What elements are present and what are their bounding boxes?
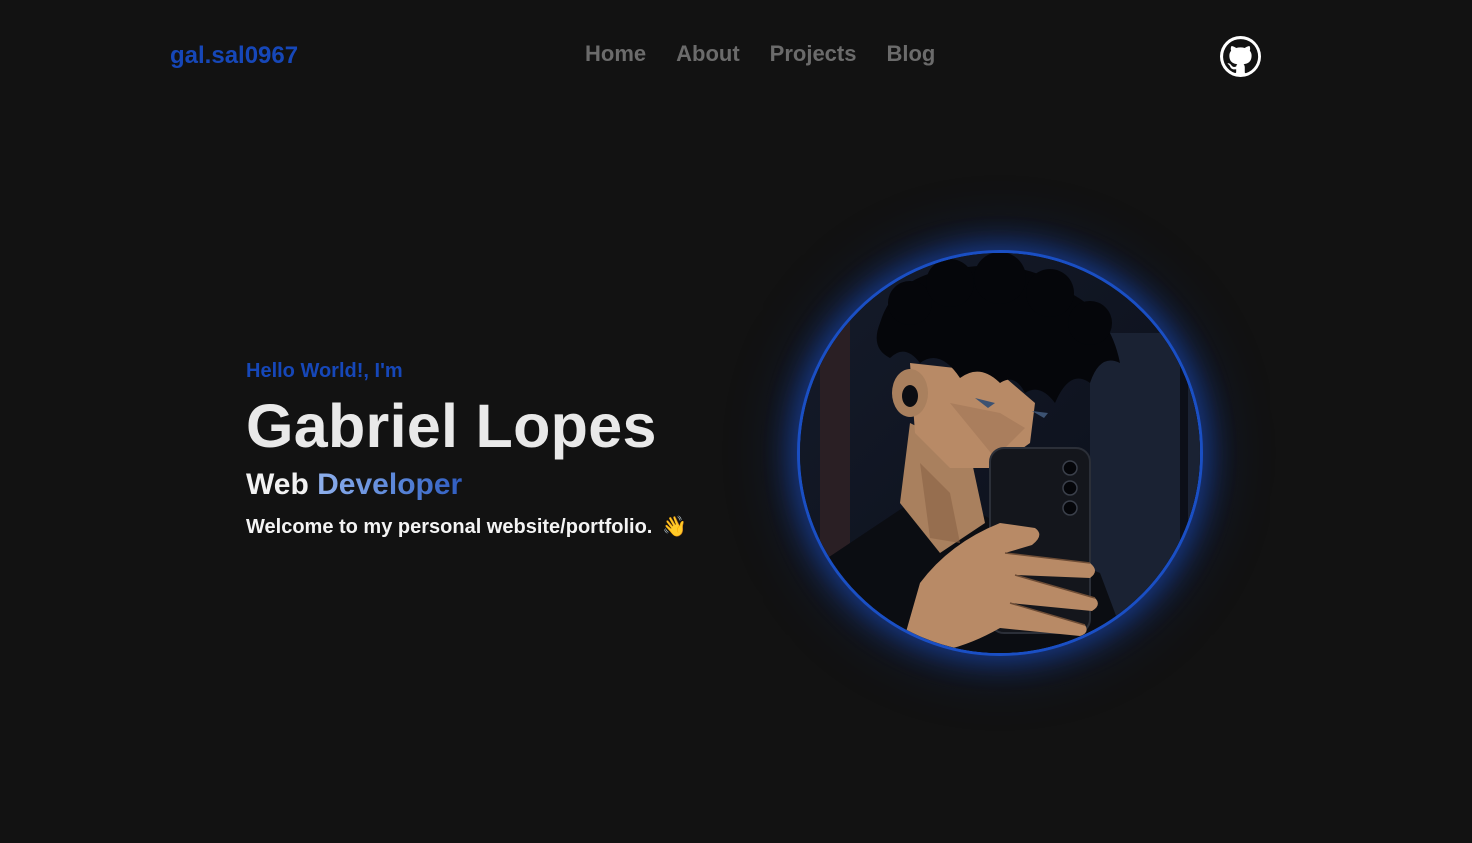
hero-role-prefix: Web	[246, 468, 309, 501]
nav-home-link[interactable]: Home	[585, 40, 646, 68]
hero-welcome: Welcome to my personal website/portfolio…	[246, 513, 766, 541]
nav-projects-link[interactable]: Projects	[770, 40, 857, 68]
hero-greeting: Hello World!, I'm	[246, 360, 403, 382]
avatar-illustration	[800, 253, 1200, 653]
brand-logo-link[interactable]: gal.sal0967	[170, 41, 298, 71]
hero-role-accent: Developer	[317, 468, 463, 501]
hero-name: Gabriel Lopes	[246, 392, 657, 460]
avatar	[797, 250, 1203, 656]
hero-welcome-text: Welcome to my personal website/portfolio…	[246, 516, 653, 538]
main-nav: Home About Projects Blog	[585, 40, 935, 68]
nav-about-link[interactable]: About	[676, 40, 740, 68]
nav-blog-link[interactable]: Blog	[886, 40, 935, 68]
waving-hand-icon: 👋	[662, 516, 688, 538]
hero-role: Web Developer	[246, 467, 766, 503]
github-icon[interactable]	[1220, 36, 1261, 77]
hero-text: Hello World!, I'm Gabriel Lopes Web Deve…	[246, 357, 766, 541]
page: gal.sal0967 Home About Projects Blog Hel…	[0, 0, 1472, 843]
